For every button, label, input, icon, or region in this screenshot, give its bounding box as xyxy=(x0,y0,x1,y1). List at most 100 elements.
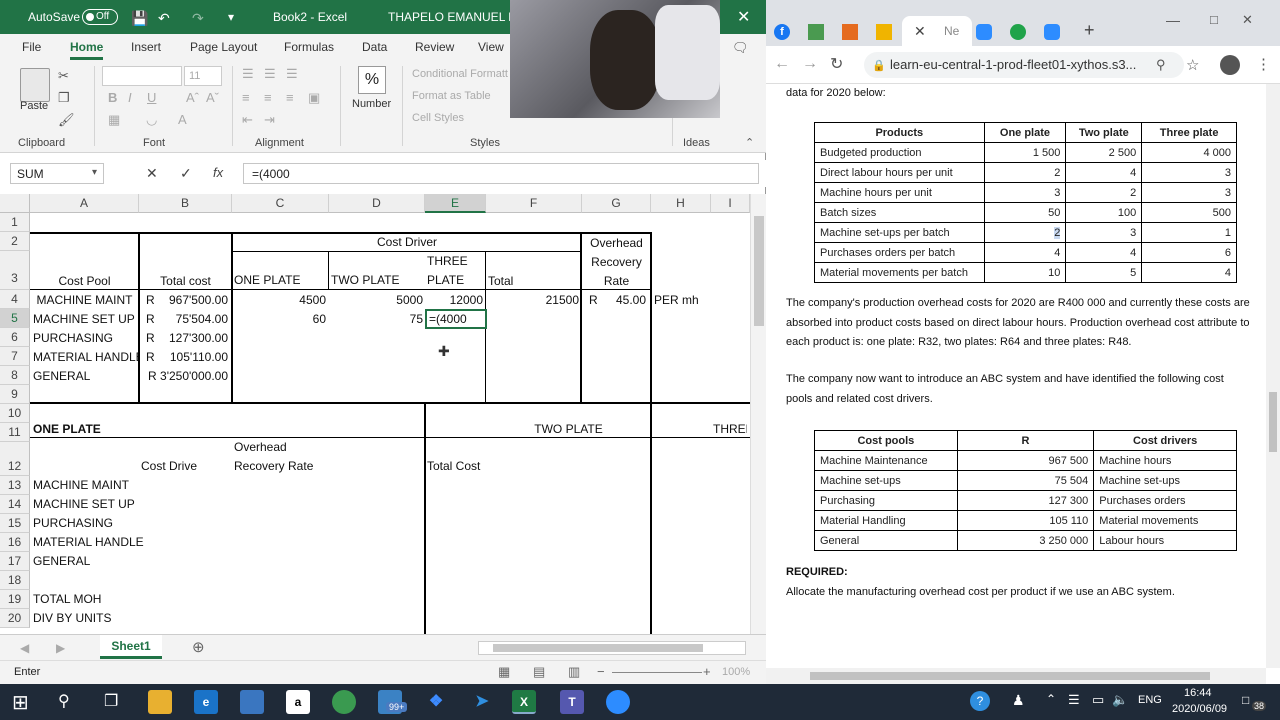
col-header-b[interactable]: B xyxy=(139,194,232,213)
insert-function-icon[interactable]: fx xyxy=(213,165,223,180)
notification-icon[interactable]: □ xyxy=(1242,693,1249,707)
tab-close-icon[interactable]: ✕ xyxy=(914,23,926,40)
sheet-tab-sheet1[interactable]: Sheet1 xyxy=(100,635,162,659)
comments-icon[interactable]: 🗨 xyxy=(732,40,749,56)
percent-icon[interactable]: % xyxy=(358,66,386,94)
people-icon[interactable]: ♟ xyxy=(1012,692,1025,709)
chrome-icon[interactable] xyxy=(332,690,356,714)
col-header-f[interactable]: F xyxy=(486,194,582,213)
formula-input[interactable]: =(4000 xyxy=(243,163,759,184)
cell-three-plate-header[interactable]: THREE xyxy=(713,422,747,436)
tab-data[interactable]: Data xyxy=(362,40,387,54)
zoom-in-icon[interactable]: + xyxy=(703,664,711,679)
cell-g4[interactable]: 45.00 xyxy=(582,293,646,307)
row-header[interactable]: 2 xyxy=(0,232,30,251)
page-horizontal-scrollbar[interactable] xyxy=(766,668,1266,684)
underline-icon[interactable]: U xyxy=(147,90,156,105)
maximize-icon[interactable]: □ xyxy=(1210,12,1218,27)
col-header-d[interactable]: D xyxy=(329,194,425,213)
col-header-h[interactable]: H xyxy=(651,194,711,213)
new-tab-icon[interactable]: + xyxy=(1084,20,1095,41)
normal-view-icon[interactable]: ▦ xyxy=(498,664,510,680)
row-header[interactable]: 12 xyxy=(0,442,30,476)
cell-rate[interactable]: Rate xyxy=(582,274,651,288)
tab-icon[interactable] xyxy=(876,24,892,40)
search-taskbar-icon[interactable]: ⚲ xyxy=(58,691,70,711)
cell-a17[interactable]: GENERAL xyxy=(33,554,90,568)
font-size-box[interactable]: 11 xyxy=(184,66,222,86)
clock-date[interactable]: 2020/06/09 xyxy=(1172,703,1227,715)
amazon-icon[interactable]: a xyxy=(286,690,310,714)
fill-color-icon[interactable]: ◡ xyxy=(146,112,157,128)
row-header[interactable]: 17 xyxy=(0,552,30,571)
store-icon[interactable] xyxy=(240,690,264,714)
cell-d5[interactable]: 75 xyxy=(329,312,423,326)
cut-icon[interactable]: ✂ xyxy=(58,68,69,84)
cell-f4[interactable]: 21500 xyxy=(486,293,579,307)
clock-time[interactable]: 16:44 xyxy=(1184,687,1212,699)
tab-insert[interactable]: Insert xyxy=(131,40,161,54)
cell-b5[interactable]: 75'504.00 xyxy=(139,312,228,326)
save-icon[interactable]: 💾 xyxy=(131,10,148,27)
tab-review[interactable]: Review xyxy=(415,40,454,54)
search-icon[interactable]: ⚲ xyxy=(1156,57,1166,73)
copy-icon[interactable]: ❐ xyxy=(58,90,70,106)
back-icon[interactable]: ← xyxy=(774,55,790,73)
row-header[interactable]: 4 xyxy=(0,290,30,309)
next-sheet-icon[interactable]: ▶ xyxy=(56,641,65,655)
page-hscroll-thumb[interactable] xyxy=(810,672,1210,680)
tab-formulas[interactable]: Formulas xyxy=(284,40,334,54)
active-tab[interactable]: ✕ xyxy=(902,16,972,46)
teams-icon[interactable]: T xyxy=(560,690,584,714)
row-header[interactable]: 15 xyxy=(0,514,30,533)
col-header-i[interactable]: I xyxy=(711,194,750,213)
tab-view[interactable]: View xyxy=(478,40,504,54)
row-header[interactable]: 18 xyxy=(0,571,30,590)
name-box-dropdown-icon[interactable]: ▾ xyxy=(92,167,97,178)
volume-icon[interactable]: 🔈 xyxy=(1112,692,1128,708)
cell-overhead[interactable]: Overhead xyxy=(582,236,651,250)
align-bottom-icon[interactable]: ☰ xyxy=(286,66,298,82)
row-header[interactable]: 6 xyxy=(0,328,30,347)
cell-a20[interactable]: DIV BY UNITS xyxy=(33,611,111,625)
borders-icon[interactable]: ▦ xyxy=(108,112,120,128)
prev-sheet-icon[interactable]: ◀ xyxy=(20,641,29,655)
page-vertical-scrollbar[interactable] xyxy=(1266,84,1280,668)
indent-icon[interactable]: ⇤ xyxy=(242,112,253,128)
cell-total-cost[interactable]: Total cost xyxy=(139,274,232,288)
tab-page-layout[interactable]: Page Layout xyxy=(190,40,257,54)
align-left-icon[interactable]: ≡ xyxy=(242,90,250,105)
facebook-tab-icon[interactable]: f xyxy=(774,24,790,40)
close-icon[interactable]: ✕ xyxy=(737,7,750,27)
font-color-icon[interactable]: A xyxy=(178,112,187,127)
italic-icon[interactable]: I xyxy=(128,90,132,105)
cell-c4[interactable]: 4500 xyxy=(232,293,326,307)
merge-icon[interactable]: ▣ xyxy=(308,90,320,106)
wifi-icon[interactable]: ☰ xyxy=(1068,692,1080,708)
number-label[interactable]: Number xyxy=(352,98,391,110)
zoom-slider[interactable] xyxy=(612,672,702,673)
row-header[interactable]: 13 xyxy=(0,476,30,495)
cell-b8[interactable]: R 3'250'000.00 xyxy=(139,369,228,383)
cell-a13[interactable]: MACHINE MAINT xyxy=(33,478,129,492)
row-header[interactable]: 16 xyxy=(0,533,30,552)
name-box[interactable]: SUM xyxy=(10,163,104,184)
conditional-formatting[interactable]: Conditional Formatting xyxy=(412,68,508,80)
zoom-level[interactable]: 100% xyxy=(722,666,750,678)
shrink-font-icon[interactable]: Aˇ xyxy=(206,90,219,105)
tab-title[interactable]: Ne xyxy=(944,24,959,38)
forward-icon[interactable]: → xyxy=(802,55,818,73)
cell-d4[interactable]: 5000 xyxy=(329,293,423,307)
cell-b12[interactable]: Cost Drive xyxy=(141,459,197,473)
profile-avatar[interactable] xyxy=(1220,55,1240,75)
col-header-e[interactable]: E xyxy=(425,194,486,213)
cell-recovery[interactable]: Recovery xyxy=(582,255,651,269)
cell-plate[interactable]: PLATE xyxy=(427,273,464,287)
cell-c12-recovery-rate[interactable]: Recovery Rate xyxy=(234,459,313,473)
cell-c12-overhead[interactable]: Overhead xyxy=(234,440,287,454)
paste-label[interactable]: Paste xyxy=(20,100,48,112)
row-header[interactable]: 10 xyxy=(0,404,30,423)
cell-one-plate[interactable]: ONE PLATE xyxy=(234,273,300,287)
row-header[interactable]: 19 xyxy=(0,590,30,609)
tab-file[interactable]: File xyxy=(22,40,41,54)
